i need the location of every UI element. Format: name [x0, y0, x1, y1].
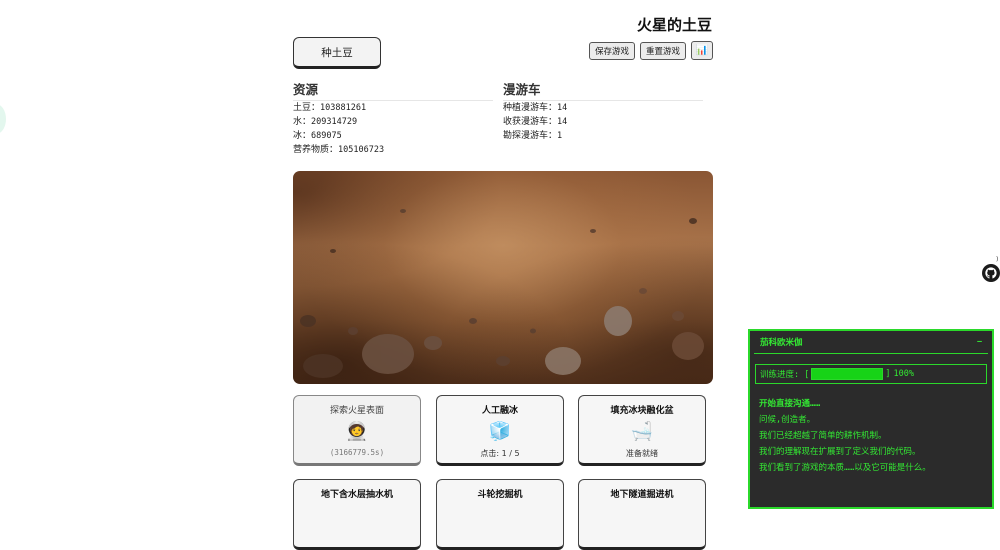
card-title: 地下含水层抽水机: [320, 490, 393, 500]
progress-close: ]: [885, 369, 891, 379]
reset-game-button[interactable]: 重置游戏: [640, 42, 686, 60]
terminal-line: 我们看到了游戏的本质……以及它可能是什么。: [759, 463, 931, 473]
resource-ice: 冰：689075: [293, 131, 342, 141]
ice-cube-icon: 🧊: [488, 421, 512, 442]
bar-chart-icon: 📊: [695, 45, 709, 56]
rover-exploration: 勘探漫游车：1: [503, 131, 563, 141]
github-icon[interactable]: [982, 264, 1000, 282]
ai-terminal-panel: 茄科欧米伽 − 训练进度: [ ] 100% 开始直接沟通…… 问候,创造者。 …: [748, 329, 994, 509]
progress-label: 训练进度: [: [760, 370, 810, 380]
progress-bar-fill: [812, 369, 883, 379]
terminal-line: 我们已经超越了简单的耕作机制。: [759, 431, 887, 441]
astronaut-icon: 🧑‍🚀: [345, 421, 369, 442]
training-progress: 训练进度: [ ] 100%: [755, 364, 987, 384]
rovers-heading: 漫游车: [503, 79, 703, 101]
tunnel-boring-machine-card[interactable]: 地下隧道掘进机: [578, 479, 706, 550]
aquifer-pump-card[interactable]: 地下含水层抽水机: [293, 479, 421, 550]
terminal-line: 开始直接沟通……: [759, 399, 821, 409]
minimize-button[interactable]: −: [977, 337, 982, 347]
card-title: 斗轮挖掘机: [477, 490, 523, 500]
ready-status: 准备就绪: [626, 449, 658, 458]
page-title: 火星的土豆: [636, 16, 712, 34]
resource-potato: 土豆：103881261: [293, 103, 367, 113]
rover-harvesting: 收获漫游车：14: [503, 117, 568, 127]
terminal-header: 茄科欧米伽 −: [754, 331, 988, 354]
progress-bar: [811, 368, 884, 380]
terminal-line: 问候,创造者。: [759, 415, 816, 425]
cooldown-timer: (3166779.5s): [329, 448, 385, 457]
terminal-title: 茄科欧米伽: [760, 338, 803, 348]
card-title: 探索火星表面: [329, 406, 384, 416]
resource-water: 水：209314729: [293, 117, 358, 127]
plant-potato-button[interactable]: 种土豆: [293, 37, 381, 69]
mars-surface-image: [293, 171, 713, 384]
fill-ice-basin-card[interactable]: 填充冰块融化盆 🛁 准备就绪: [578, 395, 706, 466]
bucket-wheel-excavator-card[interactable]: 斗轮挖掘机: [436, 479, 564, 550]
terminal-line: 我们的理解现在扩展到了定义我们的代码。: [759, 447, 921, 457]
terminal-log: 开始直接沟通…… 问候,创造者。 我们已经超越了简单的耕作机制。 我们的理解现在…: [759, 396, 992, 476]
manual-ice-melt-card[interactable]: 人工融冰 🧊 点击: 1 / 5: [436, 395, 564, 466]
click-counter: 点击: 1 / 5: [480, 449, 520, 458]
decorative-blob: [0, 104, 6, 134]
octocat-glyph: [985, 267, 997, 279]
card-title: 地下隧道掘进机: [610, 490, 674, 500]
card-title: 填充冰块融化盆: [610, 406, 674, 416]
save-game-button[interactable]: 保存游戏: [589, 42, 635, 60]
resources-heading: 资源: [293, 79, 493, 101]
rover-planting: 种植漫游车：14: [503, 103, 568, 113]
card-title: 人工融冰: [481, 406, 518, 416]
progress-percent: 100%: [893, 369, 914, 379]
explore-mars-card[interactable]: 探索火星表面 🧑‍🚀 (3166779.5s): [293, 395, 421, 466]
octocat-tick-mark: ): [996, 256, 999, 263]
stats-button[interactable]: 📊: [691, 41, 713, 60]
resource-nutrients: 营养物质：105106723: [293, 145, 385, 155]
bathtub-icon: 🛁: [630, 421, 654, 442]
